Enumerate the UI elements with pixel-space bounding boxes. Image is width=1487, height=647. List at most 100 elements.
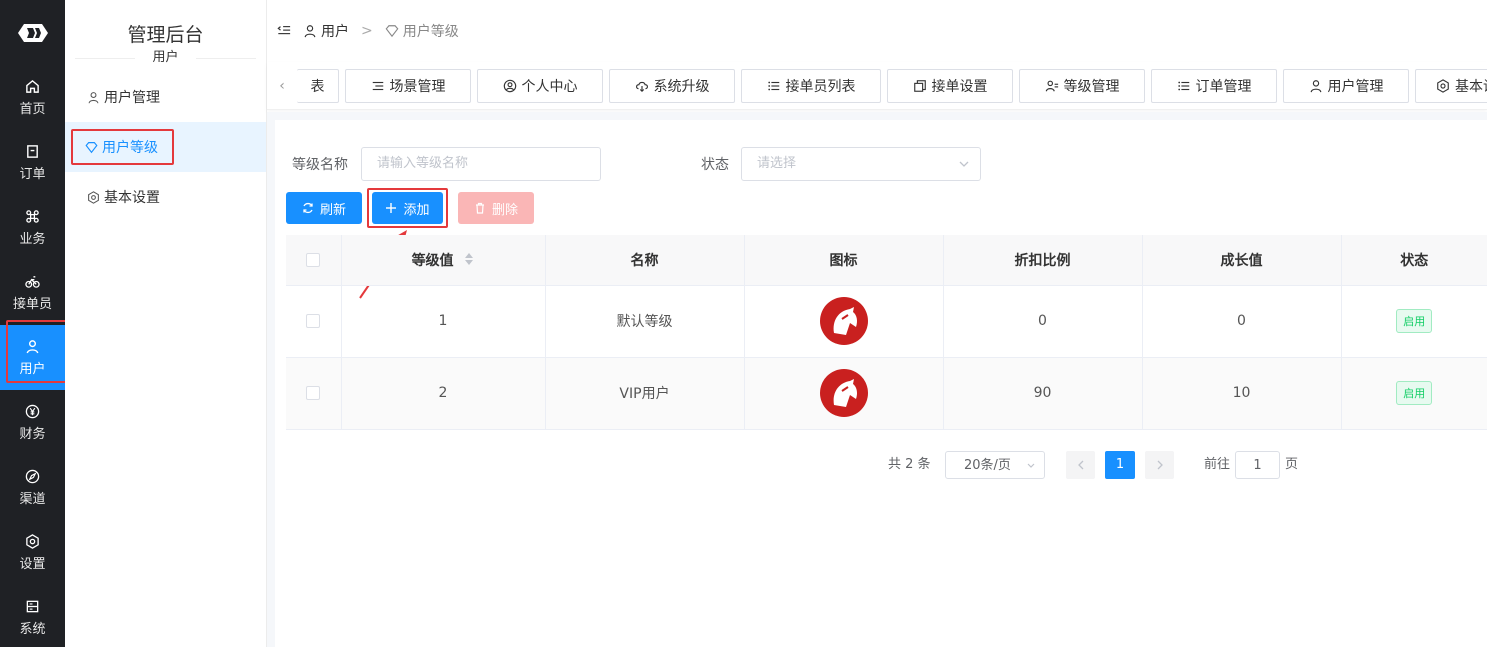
settings-icon xyxy=(88,190,99,204)
growth-cell: 0 xyxy=(1142,285,1342,358)
tab-system-upgrade[interactable]: 系统升级 xyxy=(609,68,735,103)
breadcrumb-user-level: 用户等级 xyxy=(385,21,459,41)
add-button[interactable]: 添加 xyxy=(372,192,443,224)
plus-icon xyxy=(386,203,397,213)
row-select-cell xyxy=(286,285,342,358)
status-cell: 启用 xyxy=(1341,285,1487,358)
nav-item-settings[interactable]: 设置 xyxy=(0,520,65,585)
logo-icon xyxy=(17,23,48,42)
app-logo[interactable] xyxy=(0,0,65,65)
tab-partial[interactable]: 表 xyxy=(297,68,339,103)
tab-label: 基本设 xyxy=(1455,78,1487,95)
nav-item-users[interactable]: 用户 xyxy=(0,325,65,390)
tab-user-management[interactable]: 用户管理 xyxy=(1283,68,1409,103)
prev-page-button[interactable] xyxy=(1066,451,1095,479)
order-icon xyxy=(27,144,38,158)
column-header-level[interactable]: 等级值 xyxy=(341,235,546,286)
page-number-current[interactable]: 1 xyxy=(1105,451,1135,479)
level-logo-icon xyxy=(819,369,868,417)
breadcrumb-users[interactable]: 用户 xyxy=(303,21,349,41)
collapse-menu-icon[interactable] xyxy=(277,24,291,38)
nav-label: 接单员 xyxy=(12,296,52,312)
breadcrumb-separator: > xyxy=(361,23,373,39)
button-label: 添加 xyxy=(403,202,430,218)
sort-caret-icon[interactable] xyxy=(464,252,474,270)
trash-icon xyxy=(475,202,484,214)
settings-icon xyxy=(26,533,39,549)
nav-item-home[interactable]: 首页 xyxy=(0,65,65,130)
row-checkbox[interactable] xyxy=(306,314,321,328)
tab-bar: ‹ 表 场景管理 个人中心 系统升级 接单员列表 接单设置 等级管理 订单管理 … xyxy=(267,62,1487,110)
icon-cell xyxy=(744,357,944,430)
status-select[interactable]: 请选择 xyxy=(741,147,981,181)
goto-suffix: 页 xyxy=(1285,457,1299,472)
nav-item-orders[interactable]: 订单 xyxy=(0,130,65,195)
yen-icon xyxy=(25,404,40,418)
sidebar-title: 管理后台 xyxy=(127,24,204,46)
nav-item-couriers[interactable]: 接单员 xyxy=(0,260,65,325)
tab-level-management[interactable]: 等级管理 xyxy=(1019,68,1145,103)
user-icon xyxy=(88,91,99,103)
bicycle-icon xyxy=(25,275,40,288)
discount-cell: 0 xyxy=(943,285,1143,358)
name-cell: 默认等级 xyxy=(545,285,745,358)
settings-icon xyxy=(1437,78,1449,93)
status-badge: 启用 xyxy=(1396,309,1433,333)
status-label: 状态 xyxy=(701,157,729,173)
pagination: 共 2 条 20条/页 1 前往 1 页 xyxy=(275,451,1487,479)
nav-item-system[interactable]: 系统 xyxy=(0,585,65,647)
page-size-select[interactable]: 20条/页 xyxy=(945,451,1045,479)
sidebar-item-label: 用户等级 xyxy=(102,140,158,156)
tab-basic-settings[interactable]: 基本设 xyxy=(1415,68,1487,103)
refresh-button[interactable]: 刷新 xyxy=(286,192,362,224)
home-icon xyxy=(26,79,39,93)
nav-item-business[interactable]: 业务 xyxy=(0,195,65,260)
sub-sidebar: 管理后台 用户 用户管理 用户等级 基本设置 xyxy=(65,0,267,647)
nav-label: 首页 xyxy=(19,101,46,117)
row-checkbox[interactable] xyxy=(306,386,321,400)
tab-label: 订单管理 xyxy=(1195,78,1252,95)
nav-label: 设置 xyxy=(19,556,46,572)
sidebar-section-title: 用户 xyxy=(65,46,266,70)
row-select-cell xyxy=(286,357,342,430)
chevron-left-icon xyxy=(1077,460,1083,470)
nav-label: 系统 xyxy=(19,621,46,637)
button-label: 刷新 xyxy=(319,202,346,218)
tab-scene-management[interactable]: 场景管理 xyxy=(345,68,471,103)
select-all-checkbox[interactable] xyxy=(306,252,321,267)
chevron-down-icon xyxy=(1026,452,1036,491)
goto-page-input[interactable]: 1 xyxy=(1235,451,1280,479)
nav-item-channels[interactable]: 渠道 xyxy=(0,455,65,520)
column-header-growth: 成长值 xyxy=(1142,235,1342,286)
icon-cell xyxy=(744,285,944,358)
nav-item-finance[interactable]: 财务 xyxy=(0,390,65,455)
tab-profile[interactable]: 个人中心 xyxy=(477,68,603,103)
select-all-cell xyxy=(286,235,342,286)
pagination-total: 共 2 条 xyxy=(888,457,931,472)
breadcrumb-label: 用户 xyxy=(321,24,349,40)
table-header-row: 等级值 名称 图标 折扣比例 成长值 状态 xyxy=(286,235,1487,286)
button-label: 删除 xyxy=(491,202,518,218)
channel-icon xyxy=(25,469,40,483)
list-icon xyxy=(1177,81,1189,90)
column-header-name: 名称 xyxy=(545,235,745,286)
main-nav: 首页 订单 业务 接单员 用户 财务 渠道 设置 系统 xyxy=(0,0,65,647)
chevron-right-icon xyxy=(1157,460,1163,470)
breadcrumb-label: 用户等级 xyxy=(402,24,459,40)
tabs-scroll-left-icon[interactable]: ‹ xyxy=(267,78,297,94)
diamond-icon xyxy=(85,141,98,153)
sidebar-item-user-level[interactable]: 用户等级 xyxy=(65,122,266,172)
nav-label: 财务 xyxy=(19,426,46,442)
list-icon xyxy=(767,81,779,90)
sidebar-item-user-management[interactable]: 用户管理 xyxy=(65,72,266,122)
goto-label: 前往 xyxy=(1204,457,1231,472)
tab-label: 用户管理 xyxy=(1327,78,1384,95)
next-page-button[interactable] xyxy=(1145,451,1174,479)
sidebar-item-basic-settings[interactable]: 基本设置 xyxy=(65,172,266,222)
tab-order-management[interactable]: 订单管理 xyxy=(1151,68,1277,103)
tab-order-settings[interactable]: 接单设置 xyxy=(887,68,1013,103)
level-name-input[interactable]: 请输入等级名称 xyxy=(361,147,601,181)
delete-button[interactable]: 删除 xyxy=(458,192,534,224)
nav-label: 渠道 xyxy=(19,491,46,507)
tab-courier-list[interactable]: 接单员列表 xyxy=(741,68,881,103)
